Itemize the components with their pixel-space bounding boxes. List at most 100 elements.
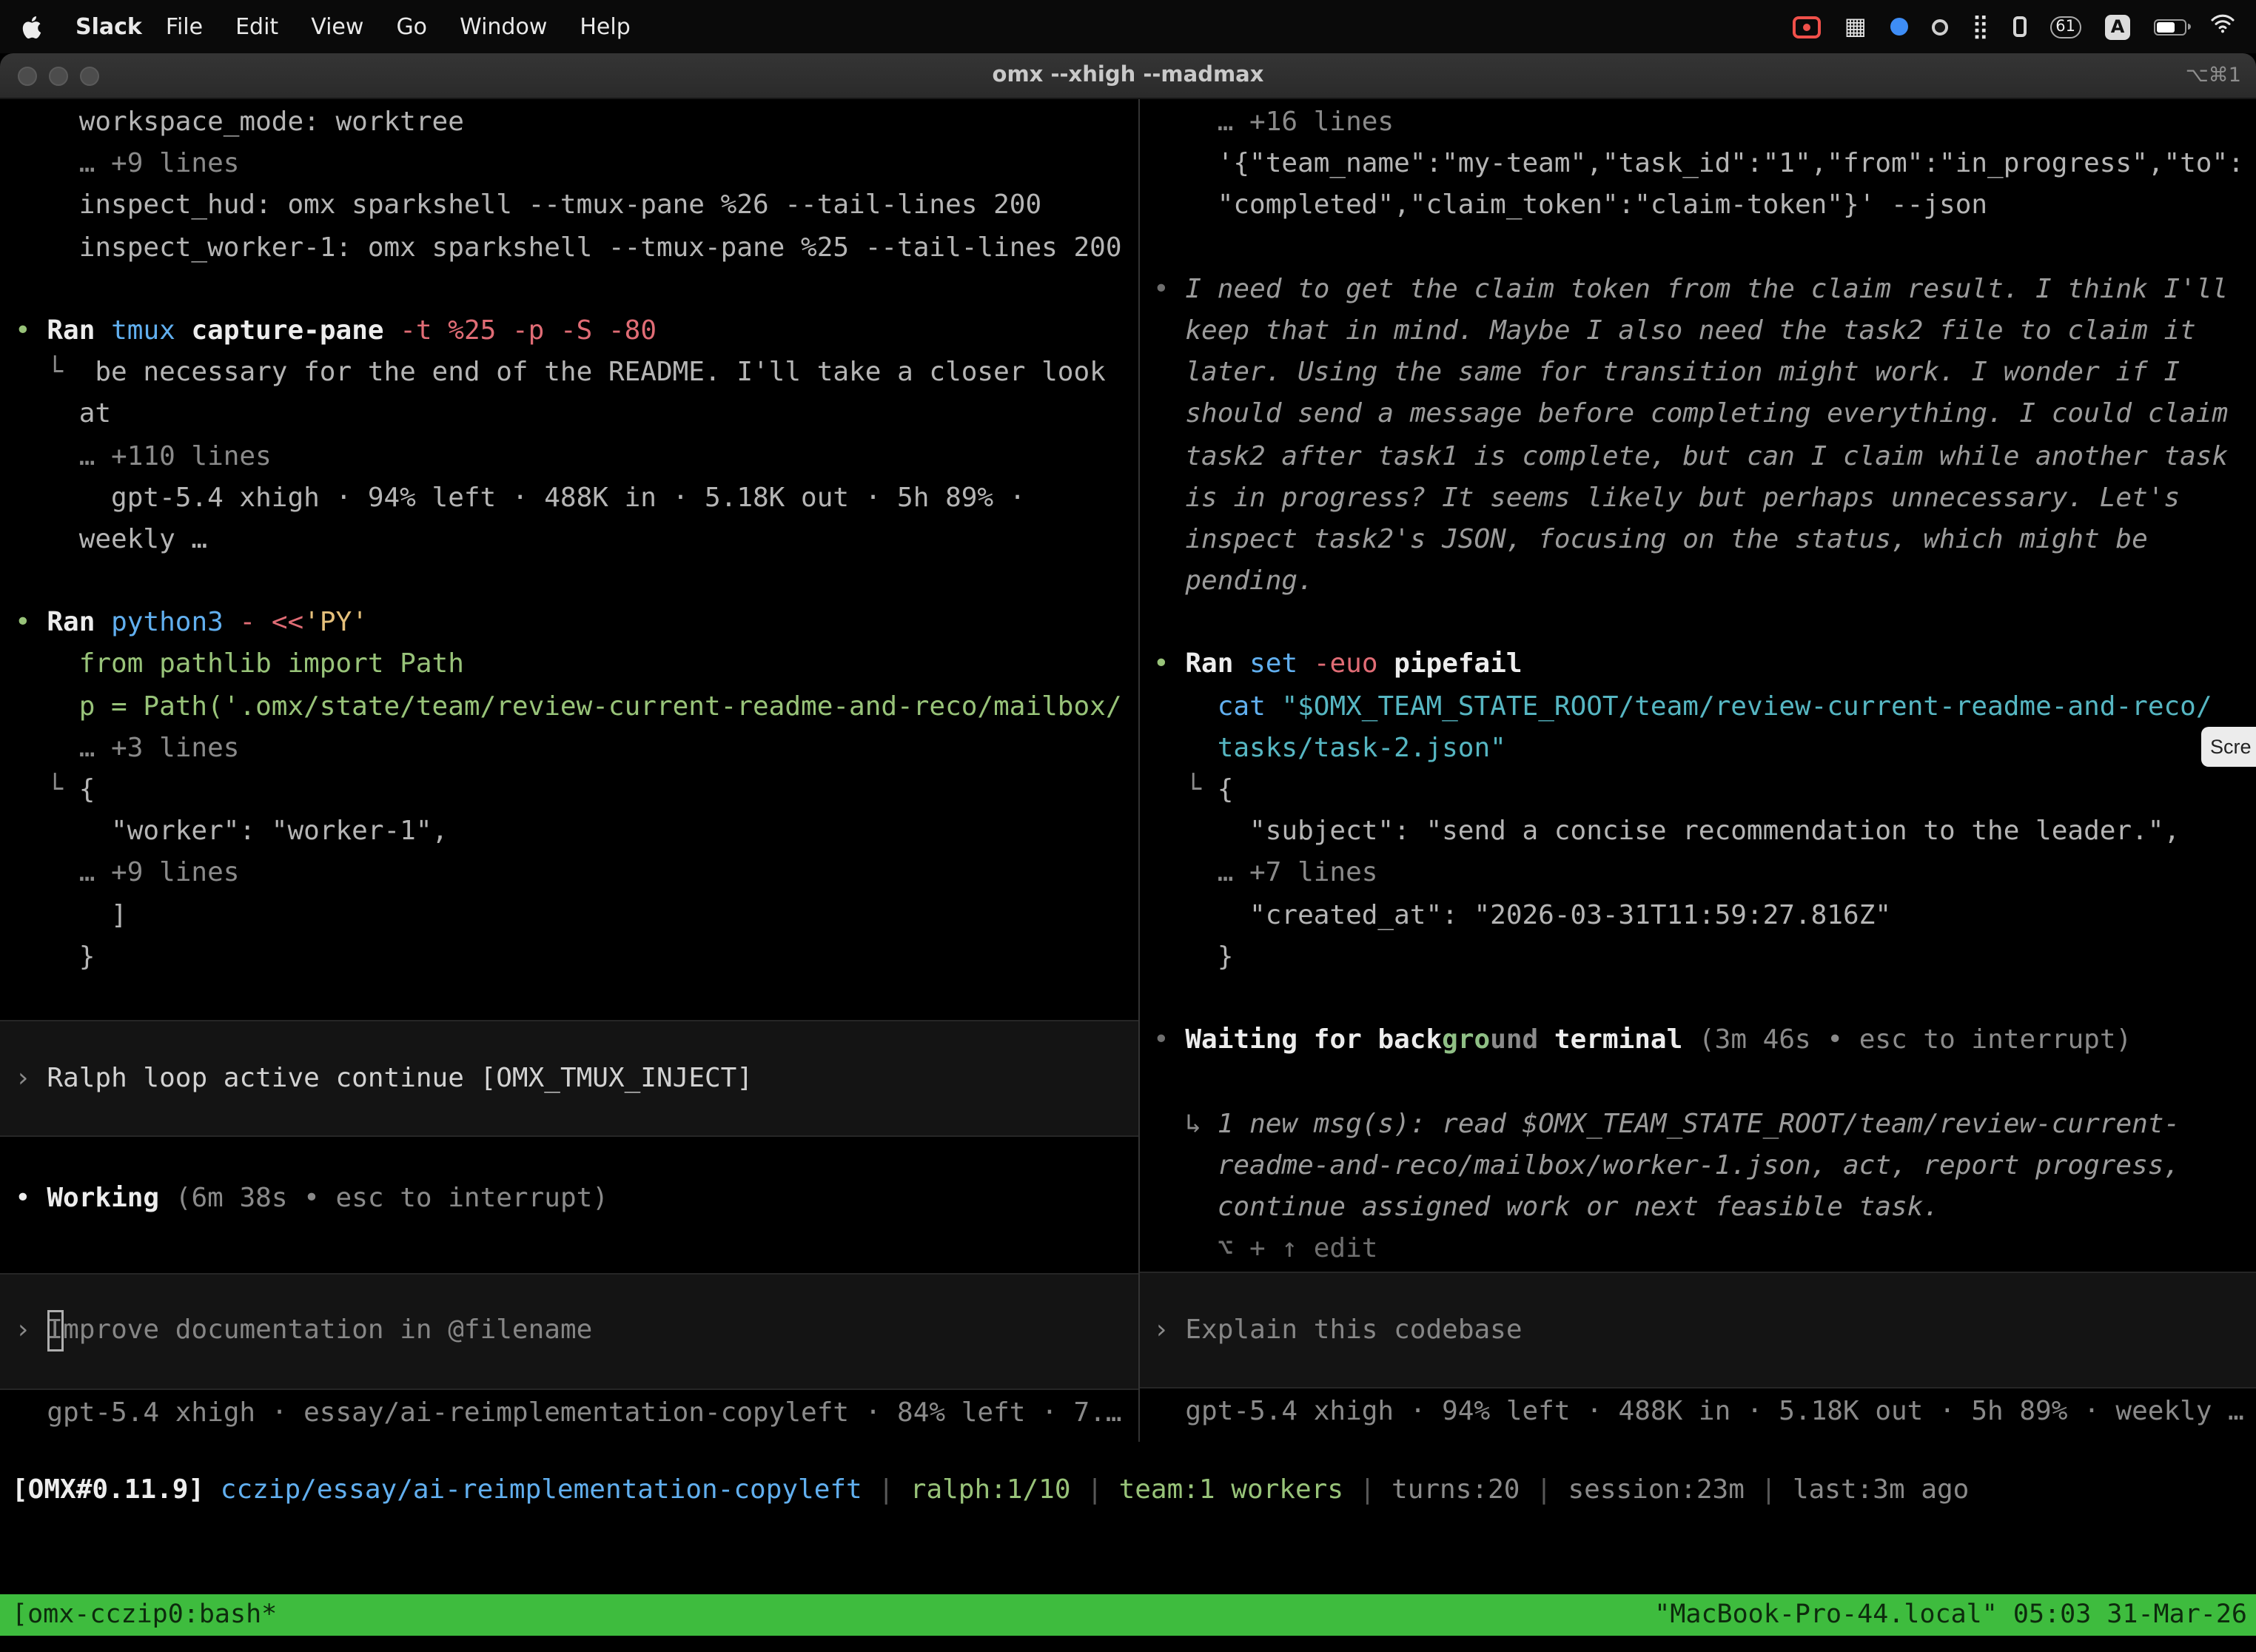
menu-go[interactable]: Go [396, 13, 427, 40]
omx-session-time: session:23m [1568, 1474, 1744, 1505]
keyboard-grid-icon[interactable]: ▦ [1844, 15, 1867, 38]
window-titlebar[interactable]: omx --xhigh --madmax ⌥⌘1 [0, 53, 2256, 99]
omx-last-activity: last:3m ago [1793, 1474, 1969, 1505]
prompt-input[interactable]: › Explain this codebase [1140, 1272, 2256, 1389]
screenshot-preview[interactable]: Scre [2201, 727, 2256, 767]
blank-line [0, 269, 1138, 311]
text-segment: › [1153, 1309, 1185, 1351]
text-segment: capture-pane [191, 315, 400, 346]
text-segment: later. Using the same for transition mig… [1153, 357, 2180, 388]
ran-tmux-command: • Ran tmux capture-pane -t %25 -p -S -80 [0, 311, 1138, 352]
text-segment: • [15, 315, 47, 346]
omx-team-count: team:1 workers [1119, 1474, 1343, 1505]
text-segment: … +7 lines [1153, 858, 1377, 889]
menu-view[interactable]: View [311, 13, 363, 40]
text-segment: keep that in mind. Maybe I also need the… [1153, 315, 2196, 346]
terminal-line: readme-and-reco/mailbox/worker-1.json, a… [1140, 1145, 2256, 1186]
blue-app-icon[interactable] [1890, 18, 1908, 36]
text-segment: be necessary for the end of the README. … [95, 357, 1105, 388]
text-segment: … +9 lines [15, 858, 239, 889]
terminal-line: continue assigned work or next feasible … [1140, 1187, 2256, 1229]
text-segment: • [15, 608, 47, 639]
text-segment: gpt-5.4 xhigh · 94% left · 488K in · 5.1… [1153, 1397, 2244, 1428]
screen: Slack File Edit View Go Window Help ▦ ⣿ … [0, 0, 2256, 1652]
text-segment: -euo [1314, 649, 1394, 680]
terminal-line: └ { [0, 770, 1138, 811]
text-segment: Ran [47, 608, 111, 639]
text-segment: p = Path('.omx/state/team/review-current… [15, 691, 1122, 722]
text-segment: inspect_hud: omx sparkshell --tmux-pane … [15, 190, 1041, 221]
text-segment: from pathlib import Path [15, 649, 464, 680]
text-segment [1153, 691, 1218, 722]
menu-edit[interactable]: Edit [235, 13, 278, 40]
wifi-icon[interactable] [2210, 13, 2235, 40]
menu-bar-status-area: ▦ ⣿ 61 A [1793, 13, 2235, 40]
recording-dot-icon [1803, 23, 1810, 30]
text-segment: workspace_mode: worktree [15, 107, 464, 138]
minimize-button[interactable] [49, 66, 68, 85]
tmux-host-clock: "MacBook-Pro-44.local" 05:03 31-Mar-26 [1654, 1600, 2247, 1630]
terminal-line: … +16 lines [1140, 102, 2256, 144]
battery-percent-badge[interactable]: 61 [2049, 16, 2081, 38]
battery-icon[interactable] [2154, 19, 2186, 35]
input-source-icon[interactable]: A [2105, 14, 2130, 39]
close-button[interactable] [18, 66, 37, 85]
apple-menu-icon[interactable] [21, 14, 43, 39]
text-segment: } [1153, 941, 1233, 973]
text-segment: gpt-5.4 xhigh · 94% left · 488K in · 5.1… [15, 482, 1025, 513]
terminal-line: … +9 lines [0, 144, 1138, 185]
text-segment: Ran [47, 315, 111, 346]
terminal-line: … +110 lines [0, 436, 1138, 477]
mailbox-message: ↳ 1 new msg(s): read $OMX_TEAM_STATE_ROO… [1140, 1104, 2256, 1145]
text-segment: inspect_worker-1: omx sparkshell --tmux-… [15, 232, 1122, 263]
left-terminal-pane[interactable]: workspace_mode: worktree … +9 lines insp… [0, 99, 1138, 1442]
menu-window[interactable]: Window [460, 13, 547, 40]
terminal-line: workspace_mode: worktree [0, 102, 1138, 144]
terminal-line: └ be necessary for the end of the README… [0, 352, 1138, 394]
terminal-line: } [0, 937, 1138, 978]
terminal-line: "created_at": "2026-03-31T11:59:27.816Z" [1140, 895, 2256, 936]
text-segment: gpt-5.4 xhigh · essay/ai-reimplementatio… [15, 1397, 1122, 1428]
text-segment: Ralph loop active continue [OMX_TMUX_INJ… [47, 1058, 753, 1099]
phone-icon[interactable] [2012, 16, 2026, 37]
prompt-input[interactable]: › Improve documentation in @filename [0, 1272, 1138, 1389]
text-segment: -t %25 -p -S -80 [400, 315, 657, 346]
terminal-line: weekly … [0, 520, 1138, 561]
zoom-button[interactable] [80, 66, 99, 85]
ran-python-command: • Ran python3 - <<'PY' [0, 603, 1138, 645]
text-segment: … +3 lines [15, 733, 239, 764]
text-segment: Ran [1185, 649, 1249, 680]
text-segment: Explain this codebase [1185, 1309, 1522, 1351]
text-segment: } [15, 941, 95, 973]
terminal-line: … +7 lines [1140, 853, 2256, 895]
terminal-line: } [1140, 937, 2256, 978]
text-segment: set [1249, 649, 1314, 680]
text-segment: › [15, 1058, 47, 1099]
working-status: • Working (6m 38s • esc to interrupt) [0, 1179, 1138, 1220]
terminal-line: inspect_worker-1: omx sparkshell --tmux-… [0, 227, 1138, 269]
text-segment: pipefail [1394, 649, 1522, 680]
ring-app-icon[interactable] [1932, 19, 1948, 35]
screen-recording-icon[interactable] [1793, 16, 1821, 38]
text-segment: (6m 38s • esc to interrupt) [175, 1183, 608, 1215]
text-segment: | [1520, 1474, 1568, 1505]
text-segment: should send a message before completing … [1153, 399, 2228, 430]
text-segment: … +110 lines [15, 440, 272, 471]
right-terminal-pane[interactable]: … +16 lines '{"team_name":"my-team","tas… [1140, 99, 2256, 1442]
menu-help[interactable]: Help [580, 13, 630, 40]
text-segment: is in progress? It seems likely but perh… [1153, 482, 2180, 513]
terminal-line: keep that in mind. Maybe I also need the… [1140, 311, 2256, 352]
app-menu-slack[interactable]: Slack [75, 13, 142, 40]
text-segment: … +9 lines [15, 148, 239, 179]
text-segment: └ [15, 357, 95, 388]
terminal-line: pending. [1140, 561, 2256, 602]
text-segment: tmux [111, 315, 191, 346]
terminal-line: from pathlib import Path [0, 645, 1138, 686]
dots-grid-icon[interactable]: ⣿ [1972, 15, 1989, 38]
inject-notice: › Ralph loop active continue [OMX_TMUX_I… [0, 1020, 1138, 1137]
omx-ralph-count: ralph:1/10 [910, 1474, 1071, 1505]
text-segment: inspect task2's JSON, focusing on the st… [1153, 524, 2148, 555]
text-segment: "completed","claim_token":"claim-token"}… [1153, 190, 1987, 221]
menu-file[interactable]: File [166, 13, 203, 40]
terminal-line: ] [0, 895, 1138, 936]
